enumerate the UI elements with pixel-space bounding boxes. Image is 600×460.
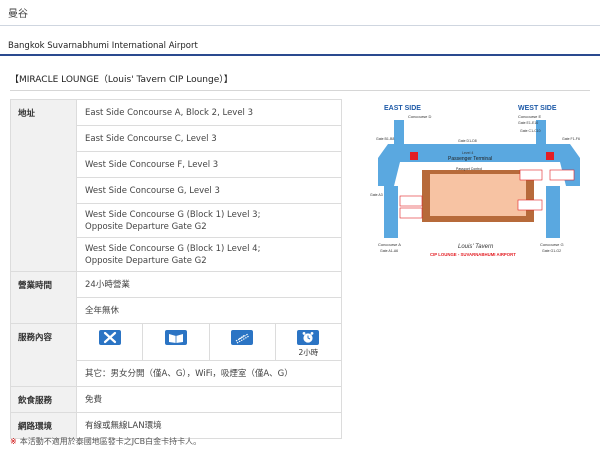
service-cell: 2小時 (276, 324, 341, 360)
gate-label: Gate A1-A6 (380, 249, 398, 253)
service-cell (77, 324, 144, 360)
food-label: 飲食服務 (10, 386, 77, 413)
address-line-1: West Side Concourse G (Block 1) Level 3; (85, 209, 261, 220)
concourse-g-label: Concourse G (540, 242, 564, 247)
passport-control-label: Passport Control (456, 167, 482, 171)
airport-bar: Bangkok Suvarnabhumi International Airpo… (0, 36, 600, 56)
concourse-e-label: Concourse E (518, 114, 541, 119)
gate-label: Gate G1-G2 (542, 249, 561, 253)
gate-label: Gate D1-D8 (458, 139, 477, 143)
service-cell (210, 324, 276, 360)
service-cell (143, 324, 210, 360)
gate-label: Gate F1-F6 (562, 137, 580, 141)
level4-label: Level 4 (462, 151, 473, 155)
gate-label: Gate C1-C10 (520, 129, 541, 133)
lounge-dot (410, 152, 418, 160)
east-side-label: EAST SIDE (384, 105, 421, 112)
louis-tavern-logo: Louis' Tavern (458, 244, 494, 250)
lounge-marker (549, 169, 575, 181)
footnote-text: 本活動不適用於泰國地區發卡之JCB白金卡持卡人。 (19, 437, 202, 446)
services-icons: 2小時 (76, 323, 342, 361)
gate-a3-label: Gate A3 (370, 193, 383, 197)
hours-value: 24小時營業 (76, 271, 342, 298)
gate-label: Gate B1-B8 (376, 137, 394, 141)
map-caption: CIP LOUNGE - SUVARNABHUMI AIRPORT (430, 252, 516, 257)
wifi-icon (231, 330, 254, 345)
clock-caption: 2小時 (298, 348, 319, 357)
city-name: 曼谷 (8, 9, 28, 20)
address-line: East Side Concourse C, Level 3 (76, 125, 342, 152)
food-value: 免費 (76, 386, 342, 413)
network-value: 有線或無線LAN環境 (76, 412, 342, 439)
concourse-d-shape (394, 120, 404, 146)
address-line: West Side Concourse G (Block 1) Level 3;… (76, 203, 342, 238)
days-value: 全年無休 (76, 297, 342, 324)
hours-label: 營業時間 (10, 271, 77, 324)
west-side-label: WEST SIDE (518, 105, 557, 112)
address-label: 地址 (10, 99, 77, 272)
address-line-2: Opposite Departure Gate G2 (85, 255, 207, 266)
lounge-marker (517, 199, 543, 211)
airport-name: Bangkok Suvarnabhumi International Airpo… (8, 41, 198, 51)
main-hall-inner (430, 174, 526, 216)
city-header: 曼谷 (0, 0, 600, 26)
lounge-title: 【MIRACLE LOUNGE（Louis' Tavern CIP Lounge… (10, 75, 233, 85)
passenger-terminal-label: Passenger Terminal (448, 156, 492, 162)
lounge-dot (546, 152, 554, 160)
divider (10, 90, 590, 91)
network-label: 網路環境 (10, 412, 77, 439)
lounge-info-table: 地址 East Side Concourse A, Block 2, Level… (10, 99, 342, 439)
newspaper-icon (164, 330, 187, 345)
services-other: 其它：男女分開（僅A、G），WiFi，吸煙室（僅A、G） (76, 360, 342, 387)
concourse-a-shape (384, 186, 398, 238)
address-line: West Side Concourse G (Block 1) Level 4;… (76, 237, 342, 272)
address-line-1: West Side Concourse G (Block 1) Level 4; (85, 243, 261, 254)
clock-icon (297, 330, 320, 345)
airport-map: EAST SIDE WEST SIDE Concourse D Concours… (370, 100, 588, 262)
address-line: West Side Concourse F, Level 3 (76, 151, 342, 178)
services-label: 服務內容 (10, 323, 77, 387)
concourse-d-label: Concourse D (408, 114, 431, 119)
gate-label: Gate E1-E10 (518, 121, 538, 125)
address-line: East Side Concourse A, Block 2, Level 3 (76, 99, 342, 126)
lounge-marker (399, 207, 423, 219)
footnote: ※ 本活動不適用於泰國地區發卡之JCB白金卡持卡人。 (10, 436, 201, 447)
concourse-g-shape (546, 186, 560, 238)
address-line: West Side Concourse G, Level 3 (76, 177, 342, 204)
note-mark: ※ (10, 437, 17, 446)
lounge-marker (399, 195, 423, 207)
concourse-a-label: Concourse A (378, 242, 401, 247)
address-line-2: Opposite Departure Gate G2 (85, 221, 207, 232)
no-smoking-icon (98, 330, 121, 345)
lounge-marker (519, 169, 543, 181)
